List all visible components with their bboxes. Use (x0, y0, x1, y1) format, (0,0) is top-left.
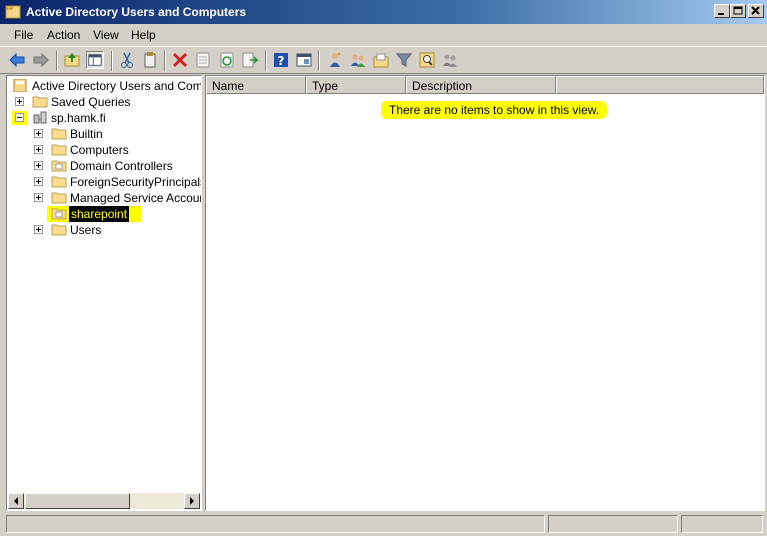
status-panel-2 (548, 515, 678, 533)
toolbar: ? (0, 46, 767, 74)
scroll-right-button[interactable] (184, 493, 200, 509)
filter-icon[interactable] (395, 51, 413, 69)
status-panel-3 (681, 515, 763, 533)
menu-file[interactable]: File (14, 28, 33, 42)
menu-view[interactable]: View (93, 28, 119, 42)
expand-icon[interactable] (34, 177, 43, 186)
minimize-button[interactable] (714, 4, 730, 18)
close-icon (751, 6, 760, 15)
tree-item-label: Users (70, 223, 102, 237)
column-header-filler (556, 76, 764, 94)
svg-text:?: ? (278, 54, 285, 68)
find-icon[interactable] (418, 51, 436, 69)
expand-icon[interactable] (34, 145, 43, 154)
expand-icon[interactable] (34, 225, 43, 234)
ad-folder-icon (5, 5, 21, 19)
empty-view-message: There are no items to show in this view. (381, 101, 608, 119)
title-bar[interactable]: Active Directory Users and Computers (0, 0, 767, 24)
folder-icon (51, 144, 67, 156)
expand-icon[interactable] (34, 193, 43, 202)
menu-bar: File Action View Help (0, 24, 767, 46)
copy-icon[interactable] (141, 51, 159, 69)
window-title: Active Directory Users and Computers (26, 5, 247, 19)
column-header-description[interactable]: Description (406, 76, 556, 94)
tree-item-label: ForeignSecurityPrincipals (70, 175, 202, 189)
details-pane[interactable]: Name Type Description There are no items… (205, 75, 765, 511)
new-user-icon[interactable] (326, 51, 344, 69)
expand-icon[interactable] (34, 161, 43, 170)
menu-action[interactable]: Action (47, 28, 80, 42)
tree-item-computers[interactable]: Computers (11, 142, 201, 158)
tree-item-managed-service-accounts[interactable]: Managed Service Accounts (11, 190, 201, 206)
folder-icon (51, 176, 67, 188)
delete-icon[interactable] (171, 51, 189, 69)
tree-item-label: Managed Service Accounts (70, 191, 202, 205)
tree-root-label: Active Directory Users and Comput (32, 79, 202, 93)
view-icon[interactable] (295, 51, 313, 69)
tree-item-users[interactable]: Users (11, 222, 201, 238)
right-arrow-icon (190, 497, 194, 505)
collapse-icon[interactable] (15, 113, 24, 122)
ad-root-icon (13, 79, 27, 92)
export-list-icon[interactable] (241, 51, 259, 69)
folder-icon (51, 192, 67, 204)
cut-icon[interactable] (118, 51, 136, 69)
tree-item-label-selected: sharepoint (69, 206, 130, 222)
properties-icon[interactable] (194, 51, 212, 69)
add-to-group-icon[interactable] (441, 51, 459, 69)
tree-item-label: sp.hamk.fi (51, 111, 106, 125)
ou-folder-icon (51, 208, 67, 220)
folder-icon (32, 96, 48, 108)
refresh-icon[interactable] (218, 51, 236, 69)
minimize-icon (718, 13, 724, 15)
status-panel-main (6, 515, 545, 533)
show-hide-tree-icon[interactable] (86, 51, 104, 69)
status-bar (0, 512, 767, 536)
left-arrow-icon (14, 497, 18, 505)
maximize-icon (733, 6, 743, 15)
up-folder-icon[interactable] (63, 51, 81, 69)
new-ou-icon[interactable] (372, 51, 390, 69)
domain-icon (33, 111, 47, 124)
tree-item-label: Saved Queries (51, 95, 131, 109)
tree-item-builtin[interactable]: Builtin (11, 126, 201, 142)
tree-root[interactable]: Active Directory Users and Comput (11, 78, 201, 94)
horizontal-scrollbar[interactable] (8, 493, 200, 509)
expand-icon[interactable] (15, 97, 24, 106)
tree-item-sharepoint[interactable]: sharepoint (11, 206, 201, 222)
help-icon[interactable]: ? (272, 51, 290, 69)
tree-item-foreign-security-principals[interactable]: ForeignSecurityPrincipals (11, 174, 201, 190)
close-button[interactable] (748, 4, 764, 18)
column-header-name[interactable]: Name (206, 76, 306, 94)
column-header-type[interactable]: Type (306, 76, 406, 94)
tree-item-label: Computers (70, 143, 129, 157)
scroll-thumb[interactable] (25, 493, 130, 509)
tree-item-domain-controllers[interactable]: Domain Controllers (11, 158, 201, 174)
menu-help[interactable]: Help (131, 28, 156, 42)
folder-icon (51, 224, 67, 236)
expand-icon[interactable] (34, 129, 43, 138)
scroll-left-button[interactable] (8, 493, 24, 509)
folder-icon (51, 128, 67, 140)
ou-folder-icon (51, 160, 67, 172)
back-icon[interactable] (8, 51, 26, 69)
tree-item-saved-queries[interactable]: Saved Queries (11, 94, 201, 110)
tree-item-label: Domain Controllers (70, 159, 173, 173)
forward-icon[interactable] (32, 51, 50, 69)
tree-item-label: Builtin (70, 127, 103, 141)
new-group-icon[interactable] (349, 51, 367, 69)
tree-item-domain[interactable]: sp.hamk.fi (11, 110, 201, 126)
console-tree[interactable]: Active Directory Users and Comput Saved … (6, 75, 202, 511)
maximize-button[interactable] (730, 4, 746, 18)
